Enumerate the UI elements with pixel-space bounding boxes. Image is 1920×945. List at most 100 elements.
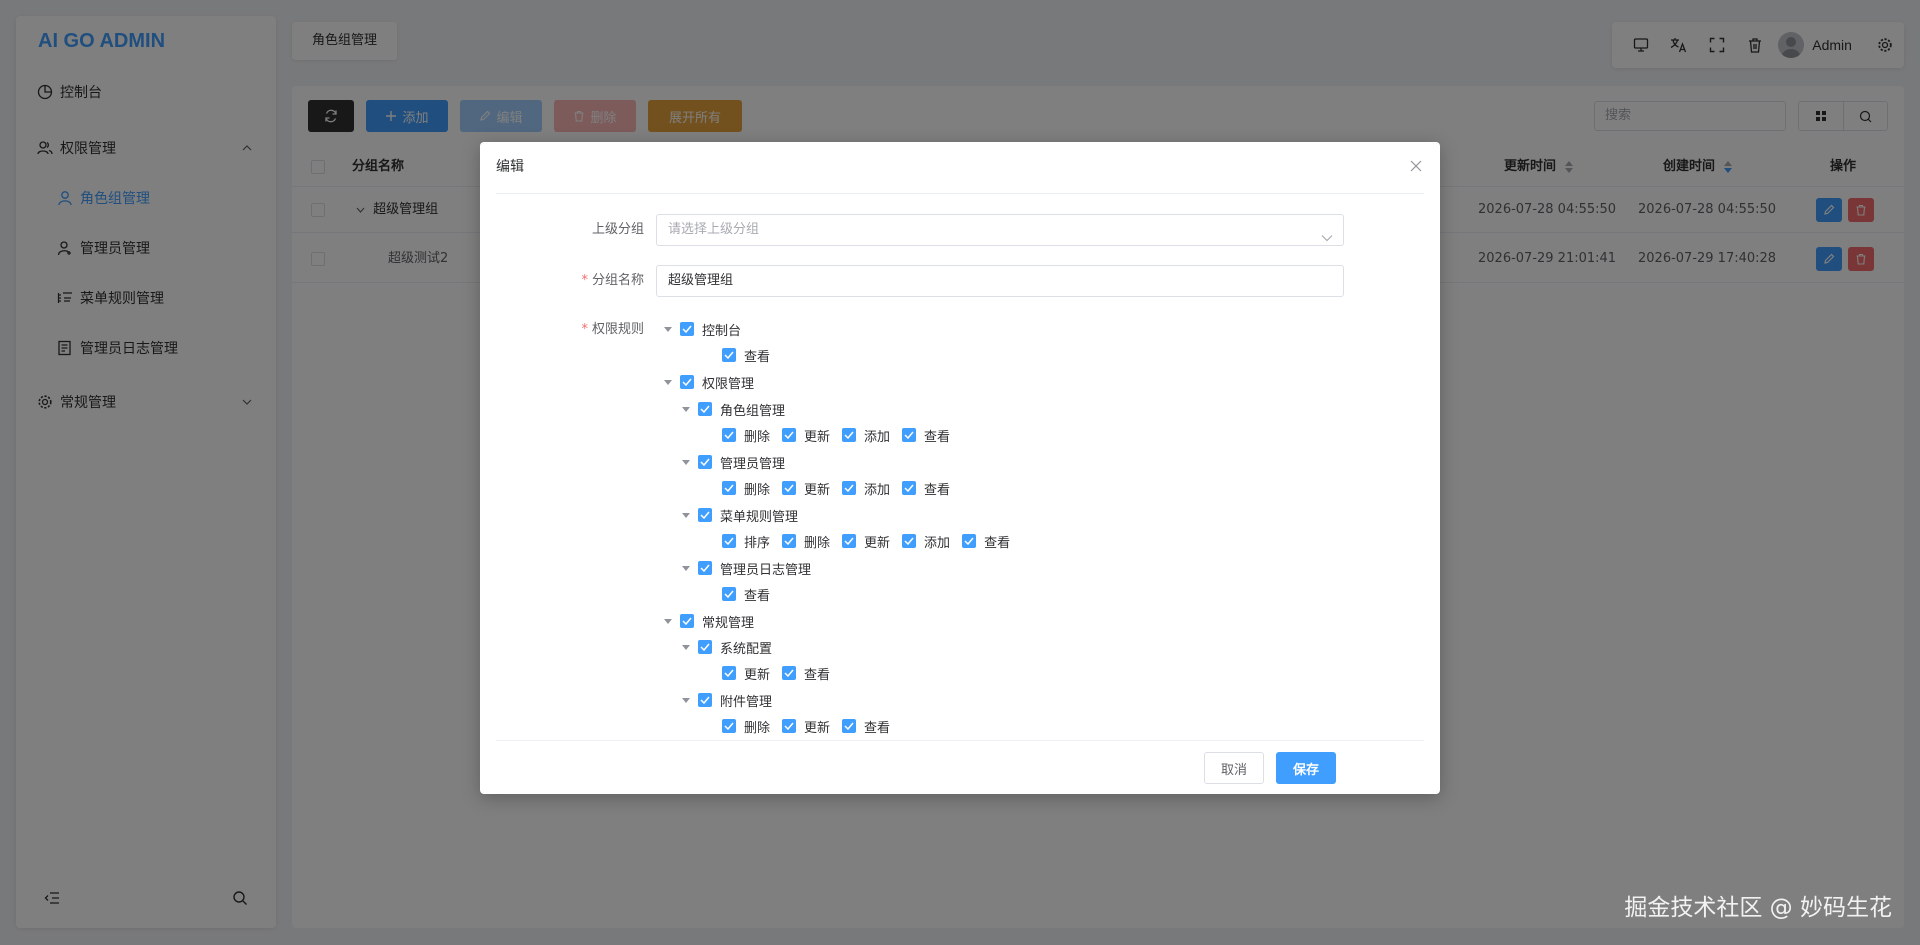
checkbox-checked[interactable] xyxy=(722,587,736,601)
tree-leaf[interactable]: 更新 xyxy=(782,426,830,445)
tree-node-label: 菜单规则管理 xyxy=(720,509,799,525)
checkbox-checked[interactable] xyxy=(698,640,712,654)
tree-leaf[interactable]: 添加 xyxy=(902,532,950,551)
tree-leaf[interactable]: 删除 xyxy=(722,479,770,498)
tree-leaf[interactable]: 添加 xyxy=(842,479,890,498)
tree-leaf[interactable]: 查看 xyxy=(722,346,770,365)
checkbox-checked[interactable] xyxy=(722,666,736,680)
tree-leaf[interactable]: 更新 xyxy=(782,717,830,736)
tree-node-label: 常规管理 xyxy=(702,615,755,631)
checkbox-checked[interactable] xyxy=(842,534,857,548)
tree-node-dashboard[interactable]: 控制台 xyxy=(664,318,741,340)
watermark-text: 掘金技术社区 @ 妙码生花 xyxy=(1624,895,1892,921)
checkbox-checked[interactable] xyxy=(902,534,917,548)
save-button[interactable]: 保存 xyxy=(1276,752,1336,784)
close-icon[interactable] xyxy=(1408,158,1424,174)
checkbox-checked[interactable] xyxy=(680,614,694,628)
caret-down-icon[interactable] xyxy=(664,379,672,385)
checkbox-checked[interactable] xyxy=(722,719,736,733)
parent-group-placeholder: 请选择上级分组 xyxy=(668,222,760,237)
tree-leaf-label: 删除 xyxy=(804,535,831,551)
checkbox-checked[interactable] xyxy=(842,481,857,495)
dialog-title: 编辑 xyxy=(496,159,524,175)
tree-leaf-row: 删除 更新 添加 查看 xyxy=(722,477,962,499)
caret-down-icon[interactable] xyxy=(664,326,672,332)
checkbox-checked[interactable] xyxy=(680,322,694,336)
caret-down-icon[interactable] xyxy=(664,618,672,624)
tree-leaf[interactable]: 添加 xyxy=(842,426,890,445)
tree-node-routine[interactable]: 常规管理 xyxy=(664,610,754,632)
parent-group-select[interactable]: 请选择上级分组 xyxy=(656,214,1344,246)
checkbox-checked[interactable] xyxy=(698,455,712,469)
caret-down-icon[interactable] xyxy=(682,512,690,518)
tree-leaf[interactable]: 更新 xyxy=(722,664,770,683)
checkbox-checked[interactable] xyxy=(962,534,977,548)
tree-leaf-label: 查看 xyxy=(984,535,1011,551)
tree-leaf[interactable]: 排序 xyxy=(722,532,770,551)
tree-leaf-row: 删除 更新 查看 xyxy=(722,715,902,737)
checkbox-checked[interactable] xyxy=(722,428,736,442)
caret-down-icon[interactable] xyxy=(682,644,690,650)
tree-leaf[interactable]: 查看 xyxy=(902,426,950,445)
tree-leaf[interactable]: 查看 xyxy=(842,717,890,736)
caret-down-icon[interactable] xyxy=(682,697,690,703)
tree-leaf[interactable]: 查看 xyxy=(962,532,1010,551)
checkbox-checked[interactable] xyxy=(722,534,736,548)
tree-leaf[interactable]: 更新 xyxy=(842,532,890,551)
tree-node-role-group[interactable]: 角色组管理 xyxy=(682,398,785,420)
chevron-down-icon xyxy=(1321,224,1333,254)
checkbox-checked[interactable] xyxy=(698,402,712,416)
caret-down-icon[interactable] xyxy=(682,565,690,571)
tree-leaf[interactable]: 更新 xyxy=(782,479,830,498)
caret-down-icon[interactable] xyxy=(682,459,690,465)
tree-leaf-row: 查看 xyxy=(722,583,782,605)
tree-leaf-label: 查看 xyxy=(924,482,951,498)
tree-leaf[interactable]: 删除 xyxy=(722,426,770,445)
tree-node-auth[interactable]: 权限管理 xyxy=(664,371,754,393)
checkbox-checked[interactable] xyxy=(698,508,712,522)
tree-leaf[interactable]: 删除 xyxy=(722,717,770,736)
checkbox-checked[interactable] xyxy=(902,481,917,495)
tree-leaf[interactable]: 删除 xyxy=(782,532,830,551)
tree-leaf-label: 添加 xyxy=(864,429,891,445)
tree-node-label: 权限管理 xyxy=(702,376,755,392)
checkbox-checked[interactable] xyxy=(842,428,857,442)
tree-leaf-label: 排序 xyxy=(744,535,771,551)
checkbox-checked[interactable] xyxy=(698,693,712,707)
rules-label: * 权限规则 xyxy=(581,322,644,337)
tree-node-admin-log[interactable]: 管理员日志管理 xyxy=(682,557,811,579)
checkbox-checked[interactable] xyxy=(680,375,694,389)
checkbox-checked[interactable] xyxy=(722,348,736,362)
tree-node-label: 管理员日志管理 xyxy=(720,562,812,578)
group-name-label-text: 分组名称 xyxy=(591,273,644,288)
caret-down-icon[interactable] xyxy=(682,406,690,412)
tree-leaf-row: 删除 更新 添加 查看 xyxy=(722,424,962,446)
cancel-button[interactable]: 取消 xyxy=(1204,752,1264,784)
tree-leaf[interactable]: 查看 xyxy=(722,585,770,604)
tree-leaf-label: 更新 xyxy=(864,535,891,551)
tree-node-label: 附件管理 xyxy=(720,694,773,710)
checkbox-checked[interactable] xyxy=(902,428,917,442)
tree-leaf-label: 查看 xyxy=(804,667,831,683)
checkbox-checked[interactable] xyxy=(842,719,857,733)
tree-leaf-label: 更新 xyxy=(804,720,831,736)
checkbox-checked[interactable] xyxy=(722,481,736,495)
checkbox-checked[interactable] xyxy=(698,561,712,575)
tree-node-menu-rule[interactable]: 菜单规则管理 xyxy=(682,504,798,526)
group-name-input[interactable]: 超级管理组 xyxy=(656,265,1344,297)
tree-leaf-row: 排序 删除 更新 添加 查看 xyxy=(722,530,1022,552)
tree-node-system-config[interactable]: 系统配置 xyxy=(682,636,772,658)
tree-leaf-label: 更新 xyxy=(804,482,831,498)
tree-leaf[interactable]: 查看 xyxy=(902,479,950,498)
checkbox-checked[interactable] xyxy=(782,481,797,495)
checkbox-checked[interactable] xyxy=(782,666,797,680)
checkbox-checked[interactable] xyxy=(782,428,797,442)
tree-leaf-label: 添加 xyxy=(864,482,891,498)
tree-leaf-label: 删除 xyxy=(744,482,771,498)
tree-leaf-label: 更新 xyxy=(804,429,831,445)
tree-node-admin[interactable]: 管理员管理 xyxy=(682,451,785,473)
tree-node-attachment[interactable]: 附件管理 xyxy=(682,689,772,711)
checkbox-checked[interactable] xyxy=(782,719,797,733)
tree-leaf[interactable]: 查看 xyxy=(782,664,830,683)
checkbox-checked[interactable] xyxy=(782,534,797,548)
